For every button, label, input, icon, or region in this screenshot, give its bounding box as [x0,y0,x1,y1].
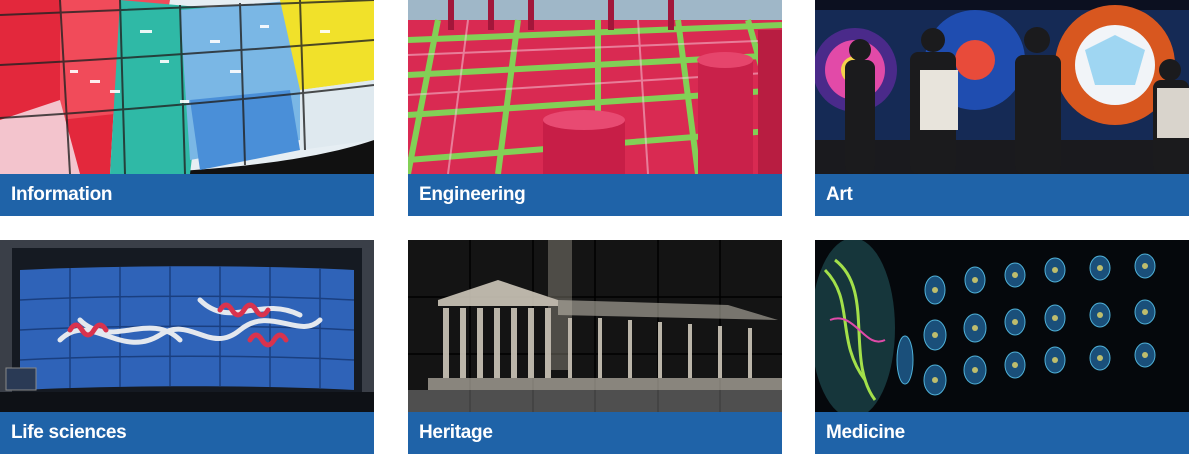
life-sciences-image [0,240,374,412]
tile-information[interactable]: Information [0,0,374,216]
tile-label-life-sciences: Life sciences [0,412,374,454]
information-image [0,0,374,174]
tile-label-art: Art [815,174,1189,216]
heritage-image [408,240,782,412]
tile-art[interactable]: Art [815,0,1189,216]
tile-label-heritage: Heritage [408,412,782,454]
engineering-image [408,0,782,174]
tile-label-information: Information [0,174,374,216]
tile-label-medicine: Medicine [815,412,1189,454]
tile-heritage[interactable]: Heritage [408,240,782,456]
art-image [815,0,1189,174]
tile-engineering[interactable]: Engineering [408,0,782,216]
tile-label-engineering: Engineering [408,174,782,216]
tile-life-sciences[interactable]: Life sciences [0,240,374,456]
tile-medicine[interactable]: Medicine [815,240,1189,456]
medicine-image [815,240,1189,412]
